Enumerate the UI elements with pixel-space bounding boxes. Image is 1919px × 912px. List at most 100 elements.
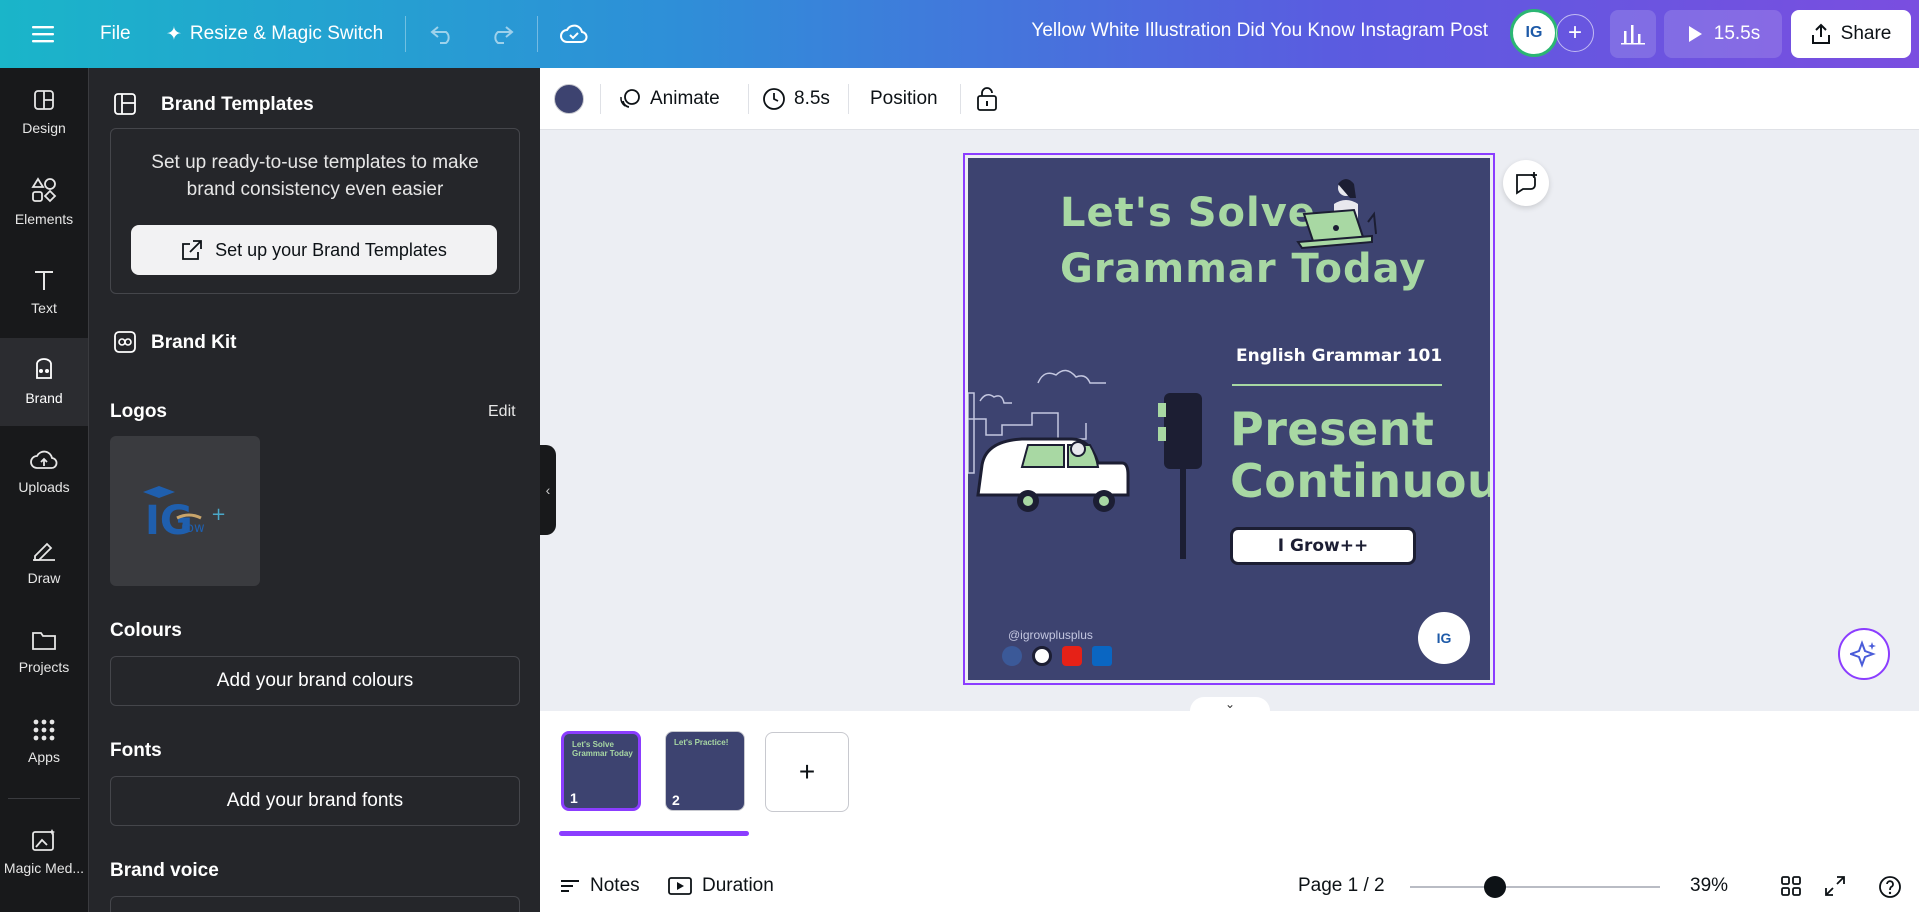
rail-item-uploads[interactable]: Uploads	[0, 428, 88, 516]
pages-toggle[interactable]: ⌄	[1190, 697, 1270, 711]
design-icon	[34, 90, 54, 110]
plus-icon: +	[1567, 19, 1582, 46]
rail-item-apps[interactable]: Apps	[0, 698, 88, 786]
clock-icon	[763, 88, 785, 110]
insights-button[interactable]	[1610, 10, 1656, 58]
rail-item-brand[interactable]: Brand	[0, 338, 88, 426]
timing-button[interactable]: 8.5s	[762, 82, 830, 116]
car-city-illustration[interactable]	[968, 353, 1228, 563]
igrow-logo: IG row +	[143, 486, 226, 544]
play-duration: 15.5s	[1713, 23, 1761, 44]
brand-templates-icon	[114, 93, 136, 115]
collapse-panel-button[interactable]: ‹	[540, 445, 556, 535]
add-comment-button[interactable]	[1503, 160, 1549, 206]
add-brand-fonts-button[interactable]: Add your brand fonts	[110, 776, 520, 826]
zoom-slider[interactable]	[1410, 886, 1660, 888]
colours-title: Colours	[110, 620, 182, 641]
play-icon	[1688, 26, 1702, 42]
design-logo-badge[interactable]: IG	[1418, 612, 1470, 664]
share-icon	[1811, 23, 1830, 44]
top-bar: File ✦ Resize & Magic Switch Yellow Whit…	[0, 0, 1919, 68]
resize-label: Resize & Magic Switch	[189, 23, 384, 44]
avatar[interactable]: IG	[1510, 9, 1558, 57]
design-page-canvas[interactable]: Let's Solve Grammar Today English Gramma…	[963, 153, 1495, 685]
laptop-person-illustration[interactable]	[1292, 174, 1382, 254]
grid-view-button[interactable]	[1780, 875, 1802, 897]
duration-button[interactable]: Duration	[668, 875, 774, 897]
redo-icon[interactable]	[488, 14, 514, 54]
invite-plus-button[interactable]: +	[1556, 14, 1594, 52]
file-menu-button[interactable]: File	[100, 14, 131, 54]
design-heading-line1[interactable]: Present	[1230, 402, 1434, 456]
brand-kit-title[interactable]: Brand Kit	[151, 332, 237, 354]
brand-templates-title: Brand Templates	[161, 94, 314, 115]
zoom-level[interactable]: 39%	[1690, 875, 1728, 897]
rail-item-text[interactable]: Text	[0, 248, 88, 336]
facebook-icon	[1002, 646, 1022, 666]
logos-edit-link[interactable]: Edit	[488, 403, 516, 421]
page-indicator[interactable]: Page 1 / 2	[1298, 875, 1385, 897]
add-brand-colours-button[interactable]: Add your brand colours	[110, 656, 520, 706]
rail-item-design[interactable]: Design	[0, 68, 88, 156]
divider	[960, 84, 961, 114]
thumb-number: 2	[672, 792, 680, 808]
timeline-progress[interactable]	[559, 831, 749, 836]
rail-label: Text	[31, 300, 57, 316]
duration-label: Duration	[702, 875, 774, 896]
design-social-icons[interactable]	[1002, 646, 1112, 666]
zoom-slider-handle[interactable]	[1484, 876, 1506, 898]
thumb-title: Let's Practice!	[674, 738, 729, 747]
chevron-down-icon: ⌄	[1224, 697, 1236, 711]
animate-button[interactable]: Animate	[618, 82, 720, 116]
resize-magic-switch-button[interactable]: ✦ Resize & Magic Switch	[166, 14, 383, 54]
rail-item-magic-media[interactable]: Magic Med...	[0, 808, 88, 896]
brand-kit-icon	[114, 331, 136, 353]
help-icon	[1879, 876, 1901, 898]
add-page-button[interactable]: +	[765, 732, 849, 812]
instagram-icon	[1032, 646, 1052, 666]
chevron-left-icon: ‹	[545, 482, 551, 498]
logos-title: Logos	[110, 401, 167, 422]
design-social-handle[interactable]: @igrowplusplus	[1008, 628, 1093, 642]
present-play-button[interactable]: 15.5s	[1664, 10, 1782, 58]
design-title-line1[interactable]: Let's Solve	[1060, 190, 1316, 236]
fullscreen-button[interactable]	[1824, 875, 1846, 897]
color-swatch-button[interactable]	[554, 82, 584, 116]
rail-divider	[8, 798, 80, 799]
rail-item-elements[interactable]: Elements	[0, 158, 88, 246]
brand-templates-card: Set up ready-to-use templates to make br…	[110, 128, 520, 294]
page-thumbnail-2[interactable]: Let's Practice! 2	[665, 731, 745, 811]
share-button[interactable]: Share	[1791, 10, 1911, 58]
position-button[interactable]: Position	[870, 82, 938, 116]
page-thumbnail-1[interactable]: Let's Solve Grammar Today 1	[561, 731, 641, 811]
document-title[interactable]: Yellow White Illustration Did You Know I…	[1031, 20, 1488, 42]
magic-media-icon	[32, 829, 55, 851]
brand-voice-title: Brand voice	[110, 860, 219, 881]
brand-logo-tile[interactable]: IG row +	[110, 436, 260, 586]
footer-bar: Notes Duration Page 1 / 2 39%	[540, 861, 1919, 912]
setup-brand-templates-button[interactable]: Set up your Brand Templates	[131, 225, 497, 275]
rail-label: Brand	[25, 390, 63, 406]
menu-icon[interactable]	[32, 14, 54, 54]
lock-button[interactable]	[976, 82, 998, 116]
design-heading-line2[interactable]: Continuous	[1230, 454, 1490, 508]
design-subtitle[interactable]: English Grammar 101	[1236, 346, 1442, 366]
grid-view-icon	[1781, 876, 1801, 896]
cloud-saved-icon[interactable]	[560, 14, 588, 54]
brand-voice-field[interactable]	[110, 896, 520, 912]
rail-item-projects[interactable]: Projects	[0, 608, 88, 696]
help-button[interactable]	[1878, 875, 1902, 899]
design-brand-pill[interactable]: I Grow++	[1230, 527, 1416, 565]
svg-text:row: row	[181, 521, 205, 536]
design-underline[interactable]	[1232, 384, 1442, 386]
uploads-icon	[30, 450, 58, 469]
context-toolbar: Animate 8.5s Position	[540, 68, 1919, 130]
rail-item-draw[interactable]: Draw	[0, 518, 88, 606]
magic-assistant-button[interactable]	[1838, 628, 1890, 680]
apps-icon	[33, 719, 55, 741]
notes-button[interactable]: Notes	[560, 875, 640, 897]
undo-icon[interactable]	[430, 14, 456, 54]
text-icon	[35, 271, 53, 290]
animate-icon	[620, 89, 640, 108]
thumb-title: Let's Solve Grammar Today	[572, 740, 633, 758]
